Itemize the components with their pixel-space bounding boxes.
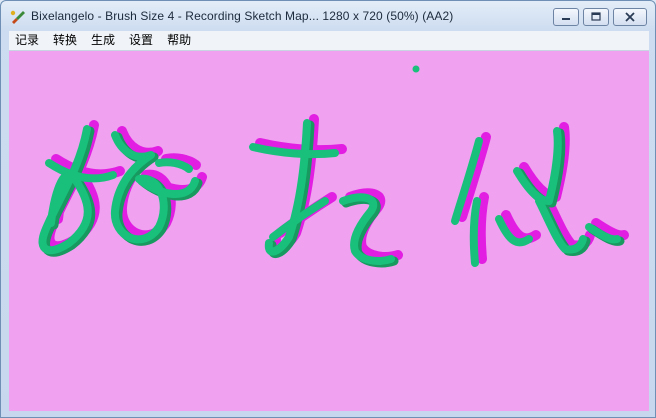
window-title: Bixelangelo - Brush Size 4 - Recording S… (31, 9, 454, 23)
close-icon (625, 12, 635, 22)
maximize-icon (591, 12, 601, 21)
menu-convert[interactable]: 转换 (46, 31, 84, 50)
window-controls (553, 8, 647, 28)
menu-generate[interactable]: 生成 (84, 31, 122, 50)
drawing-canvas[interactable] (9, 51, 649, 411)
brush-dot (412, 65, 420, 73)
menu-bar: 记录 转换 生成 设置 帮助 (9, 31, 649, 51)
close-button[interactable] (613, 8, 647, 26)
maximize-button[interactable] (583, 8, 609, 26)
menu-settings[interactable]: 设置 (122, 31, 160, 50)
sketch-drawing (38, 65, 629, 268)
app-window: Bixelangelo - Brush Size 4 - Recording S… (0, 0, 656, 418)
menu-help[interactable]: 帮助 (160, 31, 198, 50)
minimize-button[interactable] (553, 8, 579, 26)
minimize-icon (562, 18, 570, 20)
paintbrush-app-icon[interactable] (10, 9, 26, 25)
title-bar[interactable]: Bixelangelo - Brush Size 4 - Recording S… (1, 1, 655, 31)
menu-record[interactable]: 记录 (9, 31, 46, 50)
